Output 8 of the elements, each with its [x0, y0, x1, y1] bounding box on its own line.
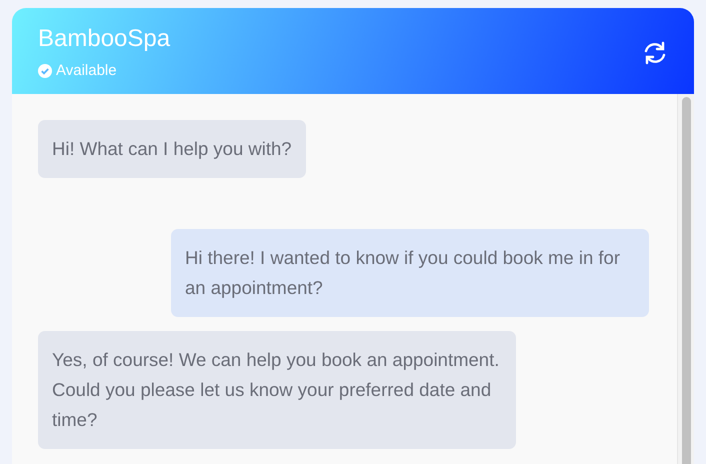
bot-message: Yes, of course! We can help you book an appointment. Could you please let us know your preferred date and time? [38, 331, 516, 449]
scrollbar-thumb[interactable] [682, 97, 690, 464]
chat-title: BambooSpa [38, 24, 170, 54]
check-circle-icon [38, 64, 52, 78]
user-message: Hi there! I wanted to know if you could book me in for an appointment? [171, 229, 649, 317]
refresh-button[interactable] [642, 40, 668, 66]
status-text: Available [56, 62, 117, 79]
bot-message: Hi! What can I help you with? [38, 120, 306, 178]
